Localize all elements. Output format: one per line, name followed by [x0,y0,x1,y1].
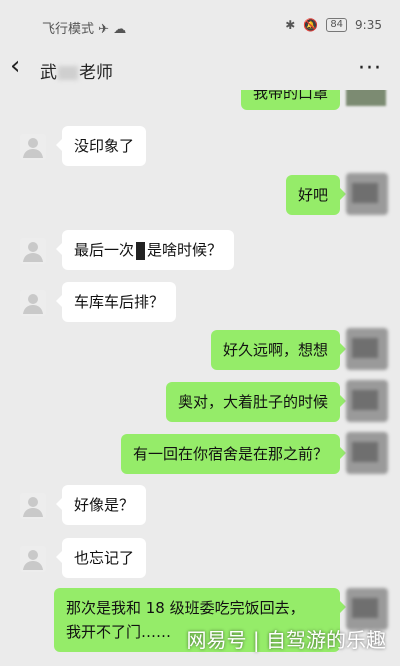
message-bubble-in: 车库车后排？ [55,282,177,322]
message-bubble-out: 好吧 [285,175,347,215]
message-text: 是啥时候？ [147,241,223,259]
avatar-default-icon[interactable] [20,493,46,519]
avatar[interactable] [346,173,388,215]
cloud-icon: ☁ [113,22,127,37]
message-text: 最后一次 [74,241,135,259]
status-mode: 飞行模式 ✈ ☁ [42,18,126,37]
chat-header: ‹ 武 老师 ··· [0,46,400,90]
avatar-default-icon[interactable] [20,238,46,264]
more-dots-icon[interactable]: ··· [358,56,382,81]
censor-block [136,241,146,260]
avatar-default-icon[interactable] [20,546,46,572]
message-bubble-out: 奥对，大着肚子的时候 [165,382,347,422]
status-bar: 飞行模式 ✈ ☁ ✱ 🔕 84 9:35 [0,0,400,46]
message-bubble-out: 有一回在你宿舍是在那之前？ [120,434,347,474]
avatar-default-icon[interactable] [20,290,46,316]
message-bubble-in: 最后一次 是啥时候？ [55,230,235,270]
message-bubble-in: 也忘记了 [55,538,147,578]
message-bubble-out: 好久远啊，想想 [210,330,347,370]
chat-title-suffix: 老师 [79,63,113,83]
message-text-line: 那次是我和 18 级班委吃完饭回去， [66,599,305,617]
blurred-name [58,66,78,80]
battery-indicator: 84 [326,18,348,32]
message-bubble-in: 好像是？ [55,485,147,525]
status-right: ✱ 🔕 84 9:35 [285,18,382,32]
avatar[interactable] [346,328,388,370]
chat-title: 武 老师 [40,58,113,83]
message-bubble-in: 没印象了 [55,126,147,166]
chat-list[interactable]: 我带的口罩 没印象了 好吧 最后一次 是啥时候？ 车库车后排？ 好久远啊，想想 奥… [0,90,400,666]
airplane-mode-label: 飞行模式 [42,22,95,37]
avatar [346,90,386,106]
clock: 9:35 [355,18,382,32]
chat-title-prefix: 武 [40,63,57,83]
mute-icon: 🔕 [303,18,319,32]
avatar[interactable] [346,380,388,422]
watermark: 网易号 | 自驾游的乐趣 [186,628,386,652]
message-bubble-out: 我带的口罩 [240,90,340,110]
bluetooth-icon: ✱ [285,18,296,32]
airplane-icon: ✈ [98,22,110,37]
avatar-default-icon[interactable] [20,134,46,160]
chevron-left-icon[interactable]: ‹ [10,52,20,80]
avatar[interactable] [346,432,388,474]
